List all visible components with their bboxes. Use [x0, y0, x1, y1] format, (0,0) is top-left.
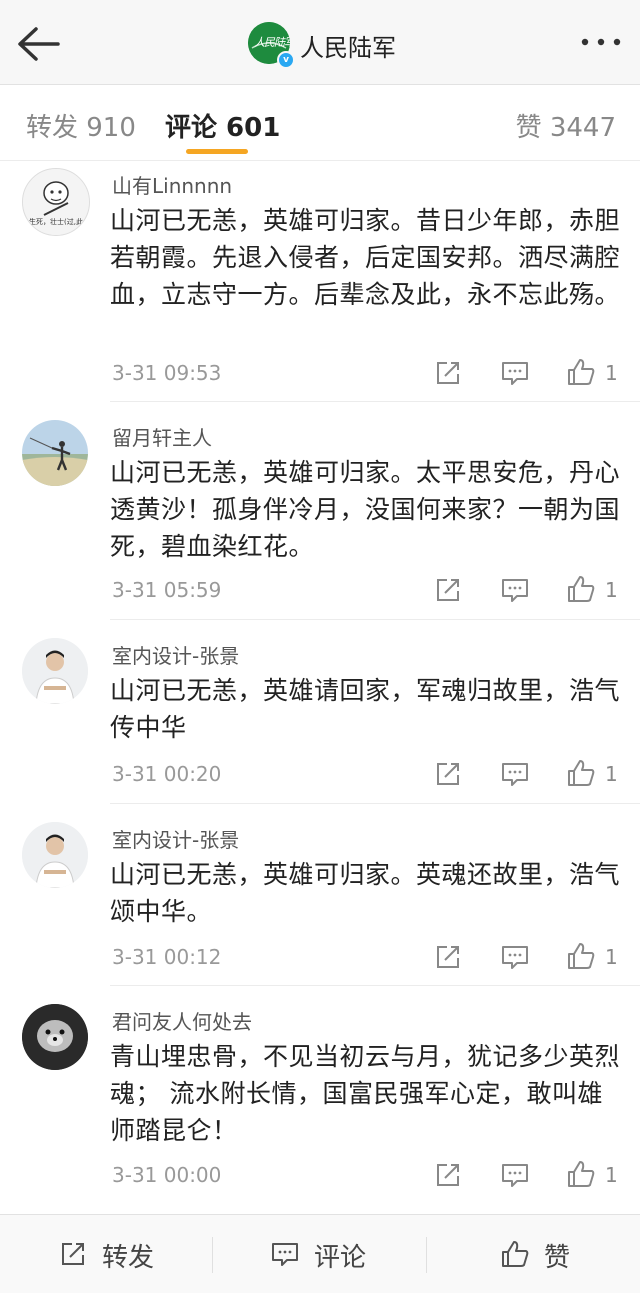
like-count: 1: [605, 361, 618, 385]
comment-item: 生死，壮士(过,此 山有Linnnnn 山河已无恙，英雄可归家。昔日少年郎，赤胆…: [0, 160, 640, 402]
like-count: 1: [605, 1163, 618, 1187]
comment-time: 3-31 00:00: [112, 1163, 222, 1187]
avatar[interactable]: [22, 420, 88, 486]
comment-time: 3-31 09:53: [112, 361, 222, 385]
comment-icon[interactable]: [500, 1160, 530, 1190]
comment-label: 评论: [314, 1243, 367, 1273]
avatar[interactable]: 生死，壮士(过,此: [22, 168, 90, 236]
tab-bar: 转发 910 评论 601 赞 3447: [0, 85, 640, 161]
logo-text: 人民陆军: [254, 36, 290, 49]
comment-time: 3-31 00:20: [112, 762, 222, 786]
bottom-action-bar: 转发 评论 赞: [0, 1214, 640, 1293]
comment-text: 青山埋忠骨，不见当初云与月，犹记多少英烈魂； 流水附长情，国富民强军心定，敢叫雄…: [110, 1042, 621, 1145]
like-count: 1: [605, 762, 618, 786]
commenter-name[interactable]: 君问友人何处去: [112, 1006, 252, 1035]
like-count: 1: [605, 945, 618, 969]
avatar[interactable]: [22, 1004, 88, 1070]
comment-time: 3-31 00:12: [112, 945, 222, 969]
avatar[interactable]: [22, 638, 88, 704]
tab-repost[interactable]: 转发 910: [26, 107, 136, 144]
separator: [212, 1237, 213, 1273]
comment-button[interactable]: 评论: [270, 1237, 380, 1273]
top-bar: 人民陆军 v 人民陆军: [0, 0, 640, 85]
separator: [426, 1237, 427, 1273]
comment-item: 留月轩主人 山河已无恙，英雄可归家。太平思安危，丹心透黄沙！孤身伴冷月，没国何来…: [0, 402, 640, 620]
avatar-caption: 生死，壮士(过,此: [29, 218, 83, 226]
like-count: 1: [605, 578, 618, 602]
share-icon: [62, 1243, 84, 1265]
comment-item: 君问友人何处去 青山埋忠骨，不见当初云与月，犹记多少英烈魂； 流水附长情，国富民…: [0, 986, 640, 1212]
commenter-name[interactable]: 室内设计-张景: [112, 640, 239, 669]
account-name[interactable]: 人民陆军: [300, 28, 396, 63]
like-label: 赞: [544, 1243, 571, 1273]
comment-icon[interactable]: [500, 358, 530, 388]
thumbs-up-icon[interactable]: [566, 758, 596, 788]
thumbs-up-icon[interactable]: [566, 357, 596, 387]
avatar[interactable]: [22, 822, 88, 888]
thumbs-up-icon: [502, 1241, 529, 1267]
thumbs-up-icon[interactable]: [566, 941, 596, 971]
comment-text: 山河已无恙，英雄可归家。昔日少年郎，赤胆若朝霞。先退入侵者，后定国安邦。洒尽满腔…: [110, 206, 621, 309]
comment-icon[interactable]: [500, 759, 530, 789]
repost-label: 转发: [102, 1243, 155, 1273]
commenter-name[interactable]: 室内设计-张景: [112, 824, 239, 853]
like-button[interactable]: 赞: [500, 1237, 580, 1273]
share-icon[interactable]: [433, 358, 463, 388]
share-icon[interactable]: [433, 942, 463, 972]
commenter-name[interactable]: 留月轩主人: [112, 422, 212, 451]
repost-button[interactable]: 转发: [58, 1237, 168, 1273]
share-icon[interactable]: [433, 759, 463, 789]
comment-item: 室内设计-张景 山河已无恙，英雄请回家，军魂归故里，浩气传中华 3-31 00:…: [0, 620, 640, 804]
comment-text: 山河已无恙，英雄可归家。太平思安危，丹心透黄沙！孤身伴冷月，没国何来家？一朝为国…: [110, 458, 621, 561]
tab-likes[interactable]: 赞 3447: [516, 107, 616, 144]
thumbs-up-icon[interactable]: [566, 574, 596, 604]
thumbs-up-icon[interactable]: [566, 1159, 596, 1189]
more-dots-icon[interactable]: [578, 30, 624, 54]
comment-time: 3-31 05:59: [112, 578, 222, 602]
arrow-left-icon[interactable]: [14, 24, 64, 64]
comment-item: 室内设计-张景 山河已无恙，英雄可归家。英魂还故里，浩气颂中华。 3-31 00…: [0, 804, 640, 986]
comment-icon: [272, 1243, 298, 1266]
comment-text: 山河已无恙，英雄请回家，军魂归故里，浩气传中华: [110, 676, 621, 742]
share-icon[interactable]: [433, 575, 463, 605]
comment-icon[interactable]: [500, 942, 530, 972]
active-tab-indicator: [186, 149, 248, 154]
comment-icon[interactable]: [500, 575, 530, 605]
tab-comments[interactable]: 评论 601: [165, 107, 280, 144]
comment-text: 山河已无恙，英雄可归家。英魂还故里，浩气颂中华。: [110, 860, 621, 926]
share-icon[interactable]: [433, 1160, 463, 1190]
verified-badge: v: [277, 51, 295, 69]
commenter-name[interactable]: 山有Linnnnn: [112, 170, 232, 199]
